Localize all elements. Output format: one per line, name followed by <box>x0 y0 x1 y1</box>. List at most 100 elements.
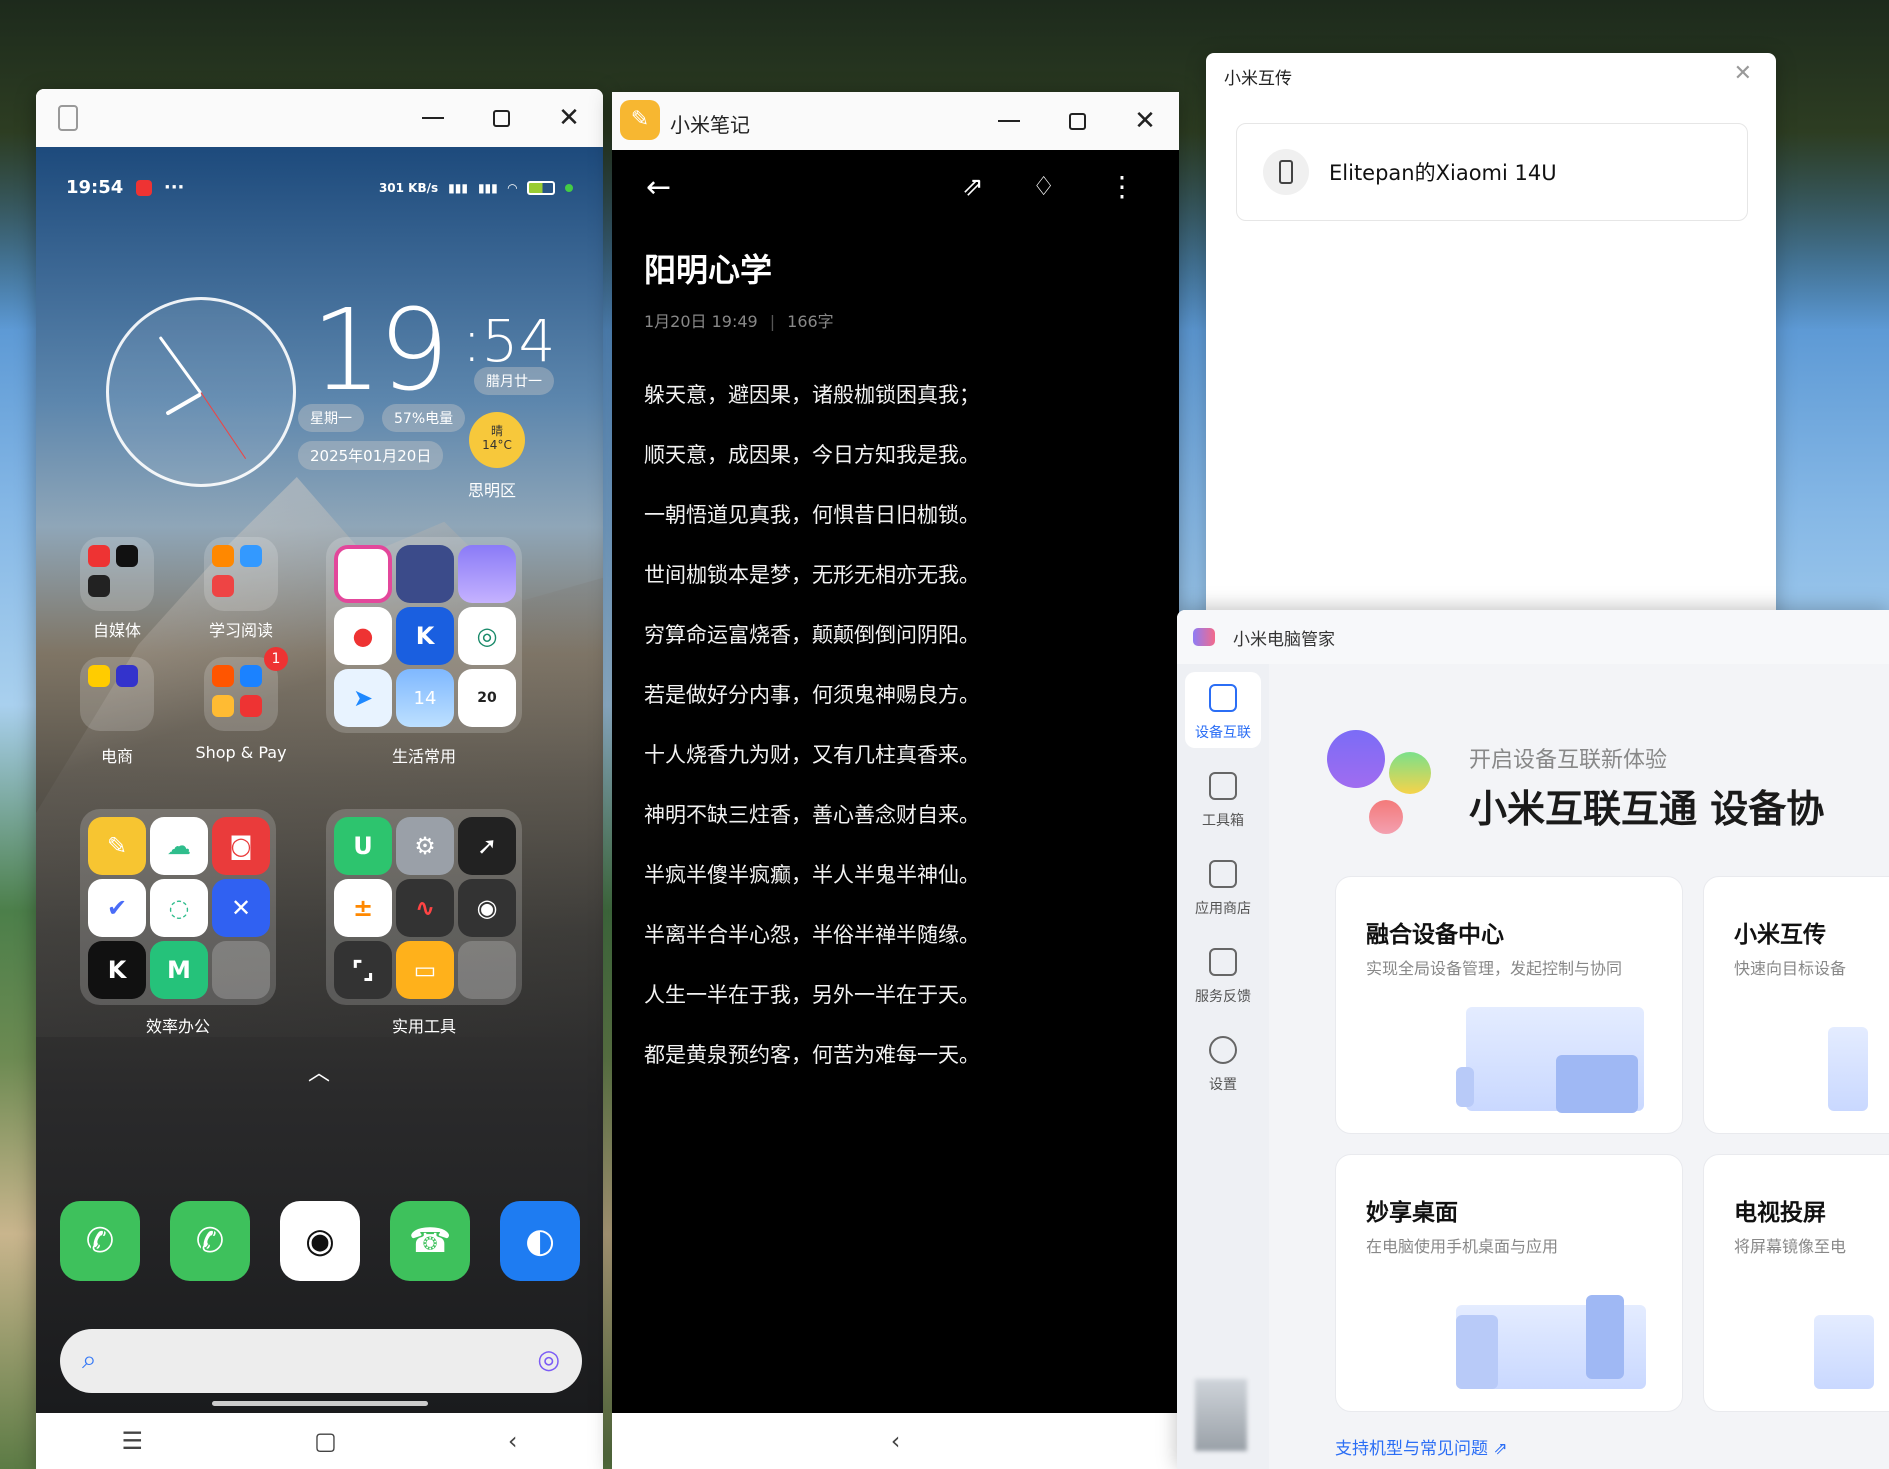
map-pin-icon[interactable]: ● <box>334 607 392 665</box>
external-link-icon: ⇗ <box>1493 1439 1508 1459</box>
sidebar-item-feedback[interactable]: 服务反馈 <box>1185 936 1261 1012</box>
home-indicator <box>212 1401 428 1406</box>
full-date: 2025年01月20日 <box>298 441 444 470</box>
close-icon[interactable]: ✕ <box>1734 61 1752 86</box>
send-icon[interactable]: ➤ <box>334 669 392 727</box>
app-icon[interactable] <box>396 545 454 603</box>
camera-app-icon[interactable]: ◙ <box>212 817 270 875</box>
feature-card-tv-cast[interactable]: 电视投屏 将屏幕镜像至电 <box>1703 1154 1889 1412</box>
device-name: Elitepan的Xiaomi 14U <box>1329 161 1557 185</box>
tablet-illustration <box>1556 1055 1638 1113</box>
ai-assistant-icon[interactable]: ◎ <box>537 1345 560 1375</box>
device-card[interactable]: Elitepan的Xiaomi 14U <box>1236 123 1748 221</box>
blue-app-icon[interactable]: ✕ <box>212 879 270 937</box>
joystick-app-icon[interactable]: ◉ <box>458 879 516 937</box>
recorder-app-icon[interactable]: ∿ <box>396 879 454 937</box>
menu-nav-button[interactable]: ☰ <box>122 1427 144 1455</box>
close-button[interactable]: ✕ <box>1111 92 1179 150</box>
weather-app-icon[interactable]: 14 <box>396 669 454 727</box>
chevron-up-icon[interactable]: ︿ <box>308 1055 330 1087</box>
app-icon[interactable] <box>334 545 392 603</box>
mini-app-icon <box>240 545 262 567</box>
wechat-icon[interactable]: ✆ <box>60 1201 140 1281</box>
phone-illustration <box>1456 1067 1474 1107</box>
note-content[interactable]: 躲天意，避因果，诸般枷锁困真我； 顺天意，成因果，今日方知我是我。 一朝悟道见真… <box>644 365 980 1085</box>
xiaomi-share-window[interactable]: 小米互传 ✕ Elitepan的Xiaomi 14U <box>1206 53 1776 673</box>
note-title[interactable]: 阳明心学 <box>644 245 772 291</box>
notification-icon <box>135 180 152 196</box>
share-icon[interactable]: ⇗ <box>962 172 984 202</box>
close-button[interactable]: ✕ <box>535 89 603 147</box>
note-line: 十人烧香九为财，又有几柱真香来。 <box>644 743 980 767</box>
browser-icon[interactable]: ◐ <box>500 1201 580 1281</box>
maximize-button[interactable] <box>467 89 535 147</box>
task-app-icon[interactable]: ✔ <box>88 879 146 937</box>
cube-icon <box>1209 772 1237 800</box>
back-nav-button[interactable]: ‹ <box>891 1427 901 1455</box>
notes-app-icon[interactable]: ✎ <box>88 817 146 875</box>
mini-app-icon <box>116 545 138 567</box>
notes-window-title: 小米笔记 <box>670 113 750 137</box>
feature-card-xiaomi-share[interactable]: 小米互传 快速向目标设备 <box>1703 876 1889 1134</box>
maximize-button[interactable] <box>1043 92 1111 150</box>
analog-clock-widget[interactable] <box>106 297 296 487</box>
settings-app-icon[interactable]: ⚙ <box>396 817 454 875</box>
notes-window[interactable]: ✎ 小米笔记 ✕ ← ⇗ ♢ ⋮ 阳明心学 1月20日 19:49 | 166字 躲… <box>612 92 1179 1469</box>
phone-icon[interactable]: ☎ <box>390 1201 470 1281</box>
sidebar-item-device-link[interactable]: 设备互联 <box>1185 672 1261 748</box>
manager-subtitle: 开启设备互联新体验 <box>1469 748 1668 773</box>
weekday: 星期一 <box>298 404 364 432</box>
sidebar-item-app-store[interactable]: 应用商店 <box>1185 848 1261 924</box>
k-black-app-icon[interactable]: K <box>88 941 146 999</box>
note-line: 若是做好分内事，何须鬼神赐良方。 <box>644 683 980 707</box>
manager-titlebar[interactable]: 小米电脑管家 <box>1177 610 1889 664</box>
note-line: 躲天意，避因果，诸般枷锁困真我； <box>644 383 980 407</box>
pc-manager-window[interactable]: 小米电脑管家 设备互联 工具箱 应用商店 服务反馈 设置 开启设备互联新体验 小… <box>1177 610 1889 1469</box>
back-nav-button[interactable]: ‹ <box>508 1427 518 1455</box>
phone-mirror-window[interactable]: ✕ 19:54 ··· 301 KB/s ▮▮▮ ▮▮▮ ◠ 19 :54 腊月… <box>36 89 603 1469</box>
office-app-icon[interactable] <box>212 941 270 999</box>
district: 思明区 <box>468 481 517 500</box>
calculator-app-icon[interactable]: ± <box>334 879 392 937</box>
search-bar[interactable]: ⌕ ◎ <box>60 1329 582 1393</box>
theme-icon[interactable]: ♢ <box>1032 172 1055 202</box>
note-editor[interactable]: ← ⇗ ♢ ⋮ 阳明心学 1月20日 19:49 | 166字 躲天意，避因果，诸般… <box>612 150 1179 1413</box>
sidebar-item-settings[interactable]: 设置 <box>1185 1024 1261 1100</box>
wechat-clone-icon[interactable]: ✆ <box>170 1201 250 1281</box>
compass-app-icon[interactable]: ➚ <box>458 817 516 875</box>
notes-window-titlebar[interactable]: ✎ 小米笔记 ✕ <box>612 92 1179 150</box>
folder-label: 自媒体 <box>92 621 141 640</box>
mihome-app-icon[interactable]: U <box>334 817 392 875</box>
gear-icon <box>1209 1036 1237 1064</box>
more-options-icon[interactable]: ⋮ <box>1108 170 1136 203</box>
calendar-app-icon[interactable]: 20 <box>458 669 516 727</box>
note-line: 半疯半傻半疯癫，半人半鬼半神仙。 <box>644 863 980 887</box>
scanner-app-icon[interactable]: ⌜⌟ <box>334 941 392 999</box>
back-arrow-icon[interactable]: ← <box>646 170 671 205</box>
phone-illustration <box>1586 1295 1624 1379</box>
files-app-icon[interactable]: ▭ <box>396 941 454 999</box>
phone-window-titlebar[interactable]: ✕ <box>36 89 603 147</box>
card-desc: 快速向目标设备 <box>1734 959 1847 978</box>
green-app-icon[interactable]: M <box>150 941 208 999</box>
user-avatar[interactable] <box>1195 1379 1247 1451</box>
mini-apps-icon[interactable] <box>458 941 516 999</box>
phone-screen[interactable]: 19:54 ··· 301 KB/s ▮▮▮ ▮▮▮ ◠ 19 :54 腊月廿一… <box>36 147 603 1413</box>
sidebar-item-toolbox[interactable]: 工具箱 <box>1185 760 1261 836</box>
camera-icon[interactable]: ◉ <box>280 1201 360 1281</box>
globe-app-icon[interactable]: ◎ <box>458 607 516 665</box>
minimize-button[interactable] <box>975 92 1043 150</box>
home-nav-button[interactable]: ▢ <box>314 1427 337 1455</box>
battery-icon <box>527 180 555 195</box>
cloud-app-icon[interactable]: ☁ <box>150 817 208 875</box>
k-app-icon[interactable]: K <box>396 607 454 665</box>
gallery-icon[interactable] <box>458 545 516 603</box>
close-icon: ✕ <box>1134 106 1156 136</box>
mini-app-icon <box>240 695 262 717</box>
feature-card-desktop-share[interactable]: 妙享桌面 在电脑使用手机桌面与应用 <box>1335 1154 1683 1412</box>
support-link[interactable]: 支持机型与常见问题 ⇗ <box>1335 1434 1508 1459</box>
ring-app-icon[interactable]: ◌ <box>150 879 208 937</box>
feature-card-device-center[interactable]: 融合设备中心 实现全局设备管理，发起控制与协同 <box>1335 876 1683 1134</box>
net-speed: 301 KB/s <box>378 180 439 195</box>
minimize-button[interactable] <box>399 89 467 147</box>
